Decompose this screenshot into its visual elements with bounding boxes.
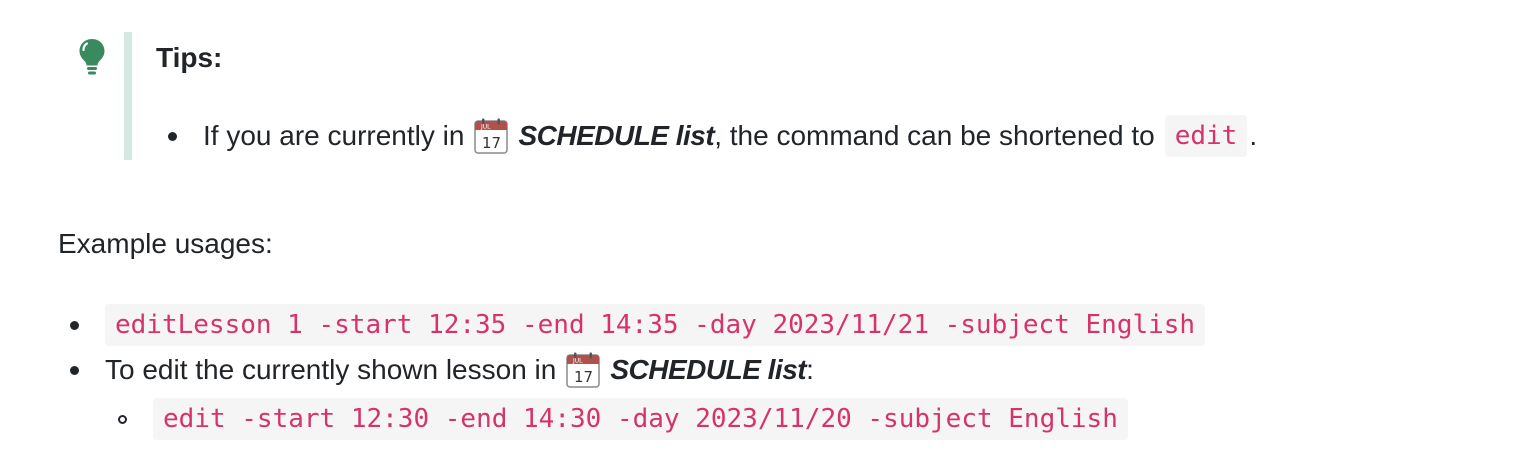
- hollow-bullet-icon: [118, 414, 127, 424]
- lightbulb-icon: [79, 39, 105, 75]
- tip-emphasis: SCHEDULE list: [518, 120, 715, 151]
- example-list-item: To edit the currently shown lesson in JU…: [70, 350, 814, 390]
- bullet-icon: [70, 320, 79, 330]
- calendar-icon: JUL 17: [474, 118, 509, 154]
- example-code-1: editLesson 1 -start 12:35 -end 14:35 -da…: [105, 304, 1206, 346]
- svg-text:17: 17: [574, 368, 593, 386]
- tip-callout: Tips: If you are currently in JUL 17 SCH…: [60, 32, 1480, 160]
- svg-text:JUL: JUL: [480, 124, 491, 131]
- tip-end: .: [1249, 120, 1258, 151]
- tip-list-item: If you are currently in JUL 17 SCHEDULE …: [168, 115, 1258, 157]
- example-sub-list-item: edit -start 12:30 -end 14:30 -day 2023/1…: [118, 398, 1128, 440]
- tip-accent-bar: [124, 32, 132, 160]
- tip-inline-code: edit: [1164, 115, 1248, 157]
- bullet-icon: [70, 365, 79, 375]
- example-code-2: edit -start 12:30 -end 14:30 -day 2023/1…: [153, 398, 1128, 440]
- example-text-after: :: [806, 354, 814, 385]
- tip-text-after: , the command can be shortened to: [714, 120, 1155, 151]
- bullet-icon: [168, 131, 177, 141]
- svg-text:17: 17: [482, 134, 501, 152]
- example-list-item: editLesson 1 -start 12:35 -end 14:35 -da…: [70, 304, 1206, 346]
- example-usages-label: Example usages:: [58, 228, 273, 259]
- example-emphasis: SCHEDULE list: [610, 354, 807, 385]
- tip-title: Tips:: [156, 42, 223, 73]
- svg-text:JUL: JUL: [572, 358, 583, 365]
- tip-text-before: If you are currently in: [203, 120, 465, 151]
- example-text-before: To edit the currently shown lesson in: [105, 354, 557, 385]
- calendar-icon: JUL 17: [566, 352, 601, 388]
